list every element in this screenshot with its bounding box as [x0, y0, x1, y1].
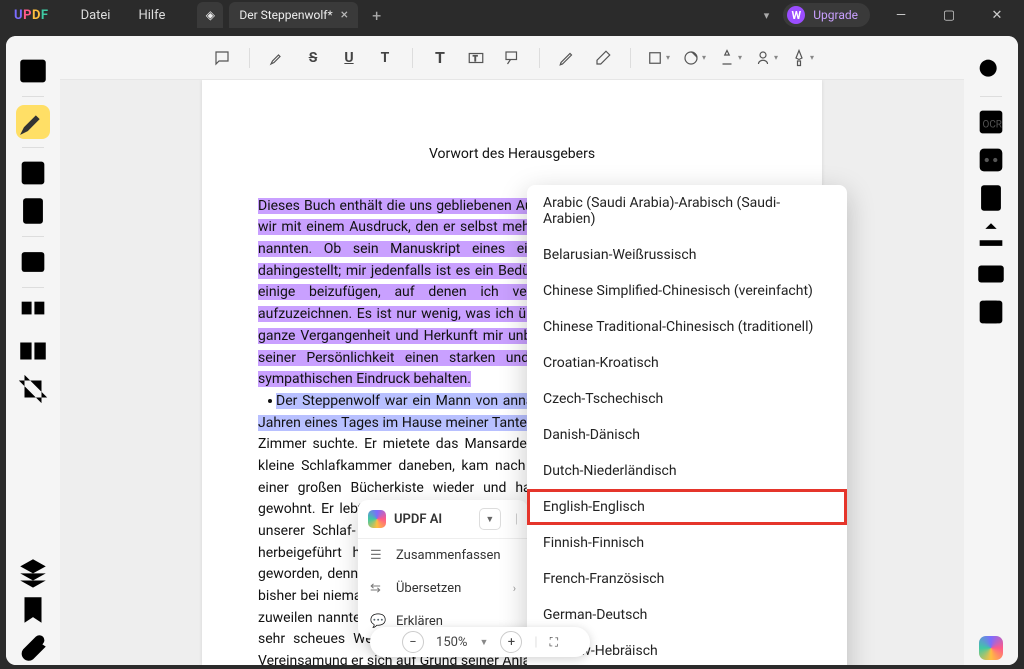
- lang-item[interactable]: Croatian-Kroatisch: [527, 345, 847, 381]
- page-tool-icon[interactable]: [16, 194, 50, 228]
- zoom-out-button[interactable]: −: [402, 631, 424, 653]
- annotation-toolbar: S U T T T ▾ ▾ ▾ ▾ ▾: [60, 36, 964, 80]
- compare-tool-icon[interactable]: [16, 334, 50, 368]
- updf-ai-logo-icon: [368, 510, 386, 528]
- share-icon[interactable]: [974, 219, 1008, 253]
- dropdown-icon[interactable]: ▾: [764, 9, 770, 22]
- attachment-icon[interactable]: [16, 631, 50, 665]
- tab-document[interactable]: Der Steppenwolf* ×: [229, 2, 358, 28]
- zoom-in-button[interactable]: +: [500, 631, 522, 653]
- eraser-tool-icon[interactable]: [588, 43, 618, 73]
- squiggly-icon[interactable]: T: [370, 43, 400, 73]
- ai-translate-label: Übersetzen: [396, 581, 461, 596]
- textbox-tool-icon[interactable]: T: [461, 43, 491, 73]
- updf-ai-button[interactable]: [974, 631, 1008, 665]
- upgrade-button[interactable]: W Upgrade: [783, 3, 870, 27]
- lang-item[interactable]: Chinese Simplified-Chinesisch (vereinfac…: [527, 273, 847, 309]
- ai-summarize-label: Zusammenfassen: [396, 548, 501, 563]
- lang-item[interactable]: Finnish-Finnisch: [527, 525, 847, 561]
- svg-text:T: T: [473, 54, 478, 63]
- upgrade-label: Upgrade: [813, 8, 858, 22]
- crop-tool-icon[interactable]: [16, 372, 50, 406]
- highlight-tool-icon[interactable]: [16, 105, 50, 139]
- sticker-tool-icon[interactable]: ▾: [679, 43, 709, 73]
- main-menu: Datei Hilfe: [81, 8, 166, 23]
- reader-mode-icon[interactable]: [16, 54, 50, 88]
- ai-popup-dropdown-icon[interactable]: ▼: [479, 508, 501, 530]
- lang-item[interactable]: Arabic (Saudi Arabia)-Arabisch (Saudi-Ar…: [527, 185, 847, 237]
- upgrade-badge-icon: W: [787, 6, 805, 24]
- tab-bar: ◈ Der Steppenwolf* × +: [197, 0, 389, 30]
- ai-context-menu: UPDF AI ▼ | ☰ Zusammenfassen ⇆ Übersetze…: [358, 500, 528, 638]
- app-logo: UPDF: [0, 8, 63, 23]
- zoom-control: − 150% ▼ + | ⛶: [370, 627, 590, 657]
- stamp-tool-icon[interactable]: ▾: [715, 43, 745, 73]
- svg-text:OCR: OCR: [983, 120, 1002, 131]
- pencil-tool-icon[interactable]: [552, 43, 582, 73]
- lang-item-english[interactable]: English-Englisch: [527, 489, 847, 525]
- tab-close-icon[interactable]: ×: [341, 7, 348, 23]
- zoom-caret-icon[interactable]: ▼: [479, 637, 488, 648]
- pen-tool-icon[interactable]: ▾: [787, 43, 817, 73]
- tab-home[interactable]: ◈: [197, 2, 223, 28]
- lang-item[interactable]: Czech-Tschechisch: [527, 381, 847, 417]
- ai-popup-title: UPDF AI: [394, 512, 471, 527]
- organize-tool-icon[interactable]: [16, 296, 50, 330]
- window-minimize-button[interactable]: —: [884, 8, 918, 23]
- window-maximize-button[interactable]: ▢: [932, 8, 966, 23]
- translate-icon: ⇆: [370, 581, 386, 596]
- titlebar: UPDF Datei Hilfe ◈ Der Steppenwolf* × + …: [0, 0, 1024, 30]
- lang-item[interactable]: Danish-Dänisch: [527, 417, 847, 453]
- lang-item[interactable]: Belarusian-Weißrussisch: [527, 237, 847, 273]
- comment-tool-icon[interactable]: [207, 43, 237, 73]
- bookmark-icon[interactable]: [16, 593, 50, 627]
- lang-item[interactable]: Chinese Traditional-Chinesisch (traditio…: [527, 309, 847, 345]
- right-sidebar: OCR: [964, 36, 1018, 665]
- search-icon[interactable]: [974, 54, 1008, 88]
- chevron-right-icon: ›: [513, 582, 516, 595]
- email-icon[interactable]: [974, 257, 1008, 291]
- tab-title: Der Steppenwolf*: [239, 8, 332, 22]
- ai-translate-item[interactable]: ⇆ Übersetzen ›: [358, 572, 528, 605]
- edit-tool-icon[interactable]: [16, 156, 50, 190]
- list-icon: ☰: [370, 548, 386, 563]
- language-submenu: Arabic (Saudi Arabia)-Arabisch (Saudi-Ar…: [527, 185, 847, 665]
- ai-popup-sep: |: [515, 512, 518, 527]
- ai-popup-header: UPDF AI ▼ |: [358, 500, 528, 539]
- menu-help[interactable]: Hilfe: [138, 8, 165, 23]
- new-tab-button[interactable]: +: [364, 6, 389, 25]
- ai-summarize-item[interactable]: ☰ Zusammenfassen: [358, 539, 528, 572]
- signature-tool-icon[interactable]: ▾: [751, 43, 781, 73]
- shape-tool-icon[interactable]: ▾: [643, 43, 673, 73]
- highlighter-icon[interactable]: [262, 43, 292, 73]
- underline-icon[interactable]: U: [334, 43, 364, 73]
- chapter-heading: Vorwort des Herausgebers: [258, 144, 766, 166]
- zoom-level: 150%: [436, 635, 467, 650]
- text-tool-icon[interactable]: T: [425, 43, 455, 73]
- window-close-button[interactable]: ✕: [980, 8, 1014, 23]
- ocr-icon[interactable]: OCR: [974, 105, 1008, 139]
- save-icon[interactable]: [974, 295, 1008, 329]
- ai-assistant-icon[interactable]: [974, 143, 1008, 177]
- fit-page-icon[interactable]: ⛶: [550, 635, 558, 650]
- form-tool-icon[interactable]: [16, 245, 50, 279]
- protect-icon[interactable]: [974, 181, 1008, 215]
- document-area: S U T T T ▾ ▾ ▾ ▾ ▾ Vorwort des Herausge: [60, 36, 964, 665]
- callout-tool-icon[interactable]: [497, 43, 527, 73]
- lang-item[interactable]: Dutch-Niederländisch: [527, 453, 847, 489]
- layers-icon[interactable]: [16, 555, 50, 589]
- strikethrough-icon[interactable]: S: [298, 43, 328, 73]
- left-sidebar: [6, 36, 60, 665]
- lang-item[interactable]: French-Französisch: [527, 561, 847, 597]
- menu-file[interactable]: Datei: [81, 8, 111, 23]
